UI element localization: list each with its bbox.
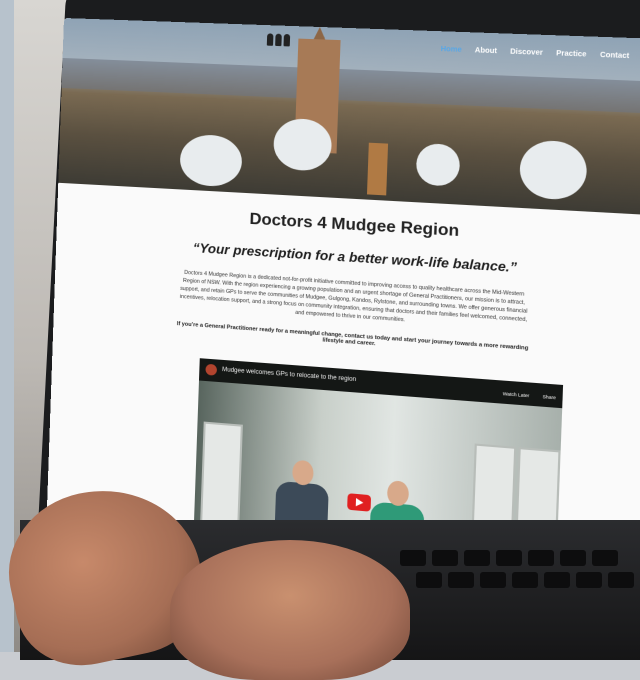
keyboard-key: [528, 550, 554, 566]
keyboard-key: [480, 572, 506, 588]
nav-contact[interactable]: Contact: [600, 52, 630, 63]
blossom-tree: [518, 139, 588, 201]
main-content: Doctors 4 Mudgee Region “Your prescripti…: [53, 188, 640, 368]
keyboard-key: [608, 572, 634, 588]
site-logo[interactable]: [266, 33, 291, 47]
clock-tower: [366, 142, 389, 196]
blossom-tree: [415, 142, 461, 187]
keyboard-key: [464, 550, 490, 566]
nav-about[interactable]: About: [475, 47, 497, 57]
share-button[interactable]: Share: [542, 394, 556, 400]
play-button-icon[interactable]: [347, 493, 372, 512]
intro-paragraph: Doctors 4 Mudgee Region is a dedicated n…: [179, 269, 528, 324]
keyboard-key: [416, 572, 442, 588]
keyboard-key: [512, 572, 538, 588]
keyboard-key: [400, 550, 426, 566]
distant-hills: [61, 57, 640, 115]
nav-discover[interactable]: Discover: [510, 48, 543, 59]
logo-figure: [283, 33, 291, 47]
head: [291, 459, 314, 486]
right-hand: [170, 540, 410, 680]
nav-practice[interactable]: Practice: [556, 50, 587, 61]
watch-later-button[interactable]: Watch Later: [503, 391, 530, 398]
channel-avatar[interactable]: [205, 363, 218, 376]
nav-home[interactable]: Home: [440, 46, 461, 56]
keyboard-key: [576, 572, 602, 588]
logo-figure: [275, 33, 282, 47]
video-title[interactable]: Mudgee welcomes GPs to relocate to the r…: [222, 367, 356, 383]
main-nav: Home About Discover Practice Contact ⚲: [440, 46, 640, 63]
hero-banner: Home About Discover Practice Contact ⚲: [58, 18, 640, 217]
blossom-tree: [179, 133, 243, 188]
logo-figure: [266, 33, 274, 46]
keyboard-key: [432, 550, 458, 566]
keyboard-key: [544, 572, 570, 588]
head: [386, 480, 410, 507]
keyboard-key: [592, 550, 618, 566]
keyboard-key: [448, 572, 474, 588]
keyboard-key: [496, 550, 522, 566]
keyboard-key: [560, 550, 586, 566]
